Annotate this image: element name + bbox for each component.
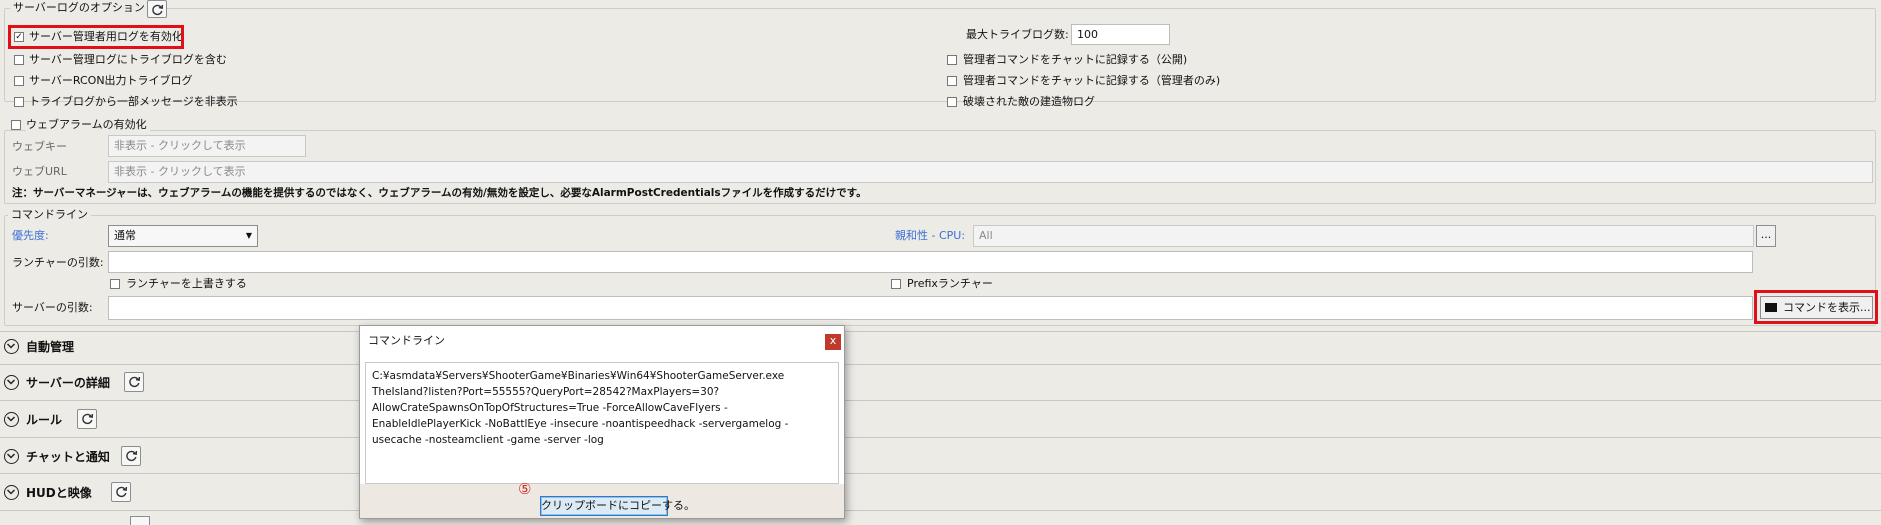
command-line-dialog: コマンドライン x C:¥asmdata¥Servers¥ShooterGame… <box>359 325 845 519</box>
hide-tribe-messages-checkbox[interactable] <box>14 97 24 107</box>
admin-cmd-chat-public-checkbox[interactable] <box>947 55 957 65</box>
web-alarm-note: 注：サーバーマネージャーは、ウェブアラームの機能を提供するのではなく、ウェブアラ… <box>12 187 867 199</box>
chevron-down-icon[interactable] <box>4 485 19 500</box>
server-details-refresh-button[interactable] <box>124 372 144 392</box>
priority-value: 通常 <box>114 229 136 242</box>
include-tribe-logs-checkbox[interactable] <box>14 55 24 65</box>
chevron-down-icon[interactable] <box>4 449 19 464</box>
section-divider <box>0 331 1881 332</box>
section-divider <box>0 510 1881 511</box>
copy-to-clipboard-button[interactable]: クリップボードにコピーする。 <box>540 496 695 516</box>
chat-refresh-button[interactable] <box>121 446 141 466</box>
launcher-args-input[interactable] <box>108 251 1753 273</box>
chevron-down-icon[interactable] <box>4 375 19 390</box>
section-divider <box>0 364 1881 365</box>
enable-admin-log-highlight <box>8 25 184 49</box>
web-url-input[interactable]: 非表示 - クリックして表示 <box>108 161 1873 183</box>
section-title[interactable]: ルール <box>26 412 62 428</box>
affinity-label: 親和性 - CPU: <box>895 229 966 242</box>
dialog-title-bar: コマンドライン x <box>360 326 844 356</box>
refresh-icon <box>129 376 141 388</box>
dropdown-arrow-icon: ▼ <box>245 231 252 240</box>
launcher-args-label: ランチャーの引数: <box>12 256 104 269</box>
priority-label: 優先度: <box>12 229 49 242</box>
admin-cmd-chat-admin-checkbox[interactable] <box>947 76 957 86</box>
destroyed-structures-log-label: 破壊された敵の建造物ログ <box>963 95 1095 108</box>
show-command-highlight <box>1754 290 1878 324</box>
command-line-title: コマンドライン <box>8 208 91 222</box>
section-divider <box>0 437 1881 438</box>
chevron-down-icon[interactable] <box>4 339 19 354</box>
rcon-tribe-log-checkbox[interactable] <box>14 76 24 86</box>
enable-web-alarm-label: ウェブアラームの有効化 <box>26 118 150 132</box>
hud-refresh-button[interactable] <box>111 482 131 502</box>
refresh-icon <box>82 413 94 425</box>
rules-refresh-button[interactable] <box>77 409 97 429</box>
step-marker: ⑤ <box>518 480 532 498</box>
refresh-icon <box>126 450 138 462</box>
web-key-input[interactable]: 非表示 - クリックして表示 <box>108 135 306 157</box>
max-tribe-logs-label: 最大トライブログ数: <box>966 28 1069 41</box>
command-line-2: TheIsland?listen?Port=55555?QueryPort=28… <box>372 386 720 398</box>
server-log-options-group <box>4 8 1876 102</box>
server-log-options-title: サーバーログのオプション <box>10 1 148 15</box>
command-line-3: AllowCrateSpawnsOnTopOfStructures=True -… <box>372 402 728 414</box>
hide-tribe-messages-label: トライブログから一部メッセージを非表示 <box>29 95 238 108</box>
section-title[interactable]: チャットと通知 <box>26 449 110 465</box>
dialog-close-button[interactable]: x <box>825 334 841 350</box>
override-launcher-label: ランチャーを上書きする <box>126 277 247 290</box>
chevron-down-icon[interactable] <box>4 412 19 427</box>
close-icon: x <box>829 334 837 347</box>
dialog-footer: ⑤ クリップボードにコピーする。 <box>360 480 844 518</box>
section-title[interactable]: サーバーの詳細 <box>26 375 110 391</box>
enable-web-alarm-checkbox[interactable] <box>11 120 21 130</box>
affinity-input[interactable]: All <box>973 225 1754 247</box>
rcon-tribe-log-label: サーバーRCON出力トライブログ <box>29 74 193 87</box>
dialog-title: コマンドライン <box>368 334 445 347</box>
destroyed-structures-log-checkbox[interactable] <box>947 97 957 107</box>
admin-cmd-chat-admin-label: 管理者コマンドをチャットに記録する（管理者のみ) <box>963 74 1221 87</box>
server-args-input[interactable] <box>108 296 1753 320</box>
section-title[interactable]: HUDと映像 <box>26 485 92 501</box>
server-args-label: サーバーの引数: <box>12 301 93 314</box>
partial-next-section <box>130 516 150 525</box>
log-options-refresh-button[interactable] <box>147 0 167 18</box>
refresh-icon <box>152 4 164 16</box>
prefix-launcher-label: Prefixランチャー <box>907 277 993 290</box>
web-key-label: ウェブキー <box>12 140 67 153</box>
web-url-label: ウェブURL <box>12 165 67 178</box>
refresh-icon <box>116 486 128 498</box>
max-tribe-logs-input[interactable]: 100 <box>1071 24 1170 45</box>
priority-select[interactable]: 通常 ▼ <box>108 225 258 247</box>
prefix-launcher-checkbox[interactable] <box>891 279 901 289</box>
section-divider <box>0 473 1881 474</box>
command-line-4: EnableIdlePlayerKick -NoBattlEye -insecu… <box>372 418 789 430</box>
command-text-area[interactable]: C:¥asmdata¥Servers¥ShooterGame¥Binaries¥… <box>365 362 839 484</box>
command-line-5: usecache -nosteamclient -game -server -l… <box>372 434 604 446</box>
include-tribe-logs-label: サーバー管理ログにトライブログを含む <box>29 53 227 66</box>
section-title[interactable]: 自動管理 <box>26 339 74 355</box>
override-launcher-checkbox[interactable] <box>110 279 120 289</box>
section-divider <box>0 400 1881 401</box>
affinity-ellipsis-button[interactable]: ... <box>1756 225 1776 247</box>
admin-cmd-chat-public-label: 管理者コマンドをチャットに記録する（公開) <box>963 53 1188 66</box>
command-line-1: C:¥asmdata¥Servers¥ShooterGame¥Binaries¥… <box>372 370 785 382</box>
